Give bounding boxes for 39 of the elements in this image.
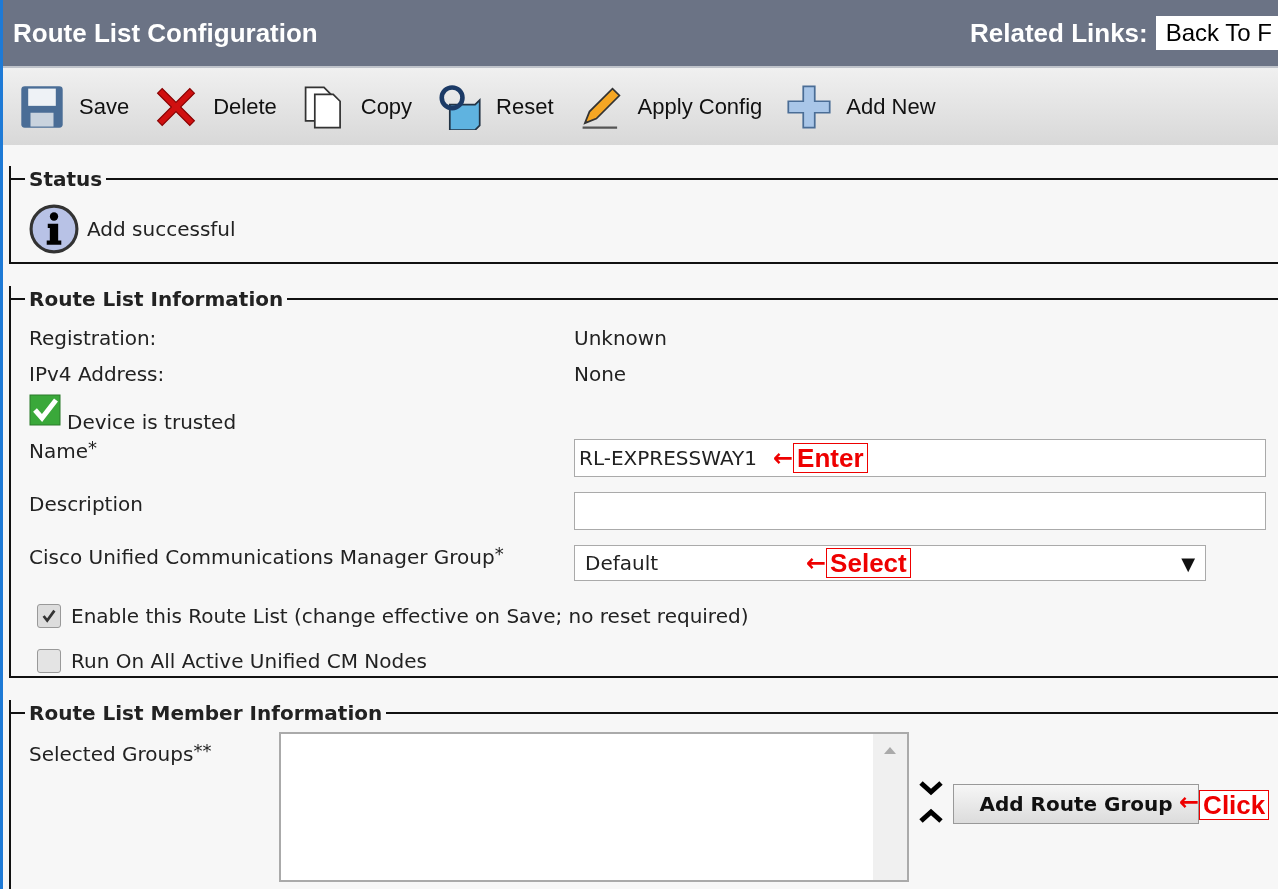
field-label: Name$^{*}$ (29, 439, 98, 463)
status-message: Add successful (87, 217, 236, 241)
plus-icon[interactable] (786, 83, 833, 130)
page-title: Route List Configuration (13, 17, 318, 49)
move-up-icon[interactable] (919, 808, 943, 824)
annotation-label: Click (1199, 790, 1270, 820)
related-links-label: Related Links: (970, 17, 1148, 49)
toolbar-button[interactable]: Reset (496, 93, 554, 120)
toolbar-button[interactable]: Delete (213, 93, 277, 120)
toolbar-button[interactable]: Save (79, 93, 130, 120)
related-links-dropdown[interactable]: Back To F (1155, 16, 1278, 50)
field-value: None (574, 362, 627, 386)
checkbox[interactable] (37, 648, 61, 673)
annotation-label: Enter (793, 443, 868, 473)
annotation-label: Select (826, 548, 911, 578)
checkbox-label: Enable this Route List (change effective on Save; no reset required) (71, 603, 749, 628)
annotation-arrow: ← (806, 549, 827, 577)
field-label: Selected Groups$^{**}$ (29, 742, 213, 766)
checkbox[interactable] (37, 603, 61, 628)
description-input[interactable] (574, 492, 1266, 530)
trusted-label: Device is trusted (67, 410, 237, 434)
toolbar-button[interactable]: Copy (360, 93, 413, 120)
caret-icon: ▼ (1181, 552, 1195, 574)
toolbar-button[interactable]: Add New (846, 93, 936, 120)
field-label: IPv4 Address: (29, 362, 166, 386)
move-down-icon[interactable] (919, 780, 943, 796)
group-dropdown[interactable]: Default ←Select ▼ (574, 545, 1206, 581)
name-input[interactable]: RL-EXPRESSWAY1 ←Enter (574, 439, 1266, 477)
field-label: Description (29, 492, 144, 516)
reset-box-icon[interactable] (436, 83, 483, 130)
info-icon (29, 204, 79, 254)
scrollbar[interactable] (873, 734, 907, 880)
field-label: Cisco Unified Communications Manager Group$^{*}$ (29, 545, 505, 569)
field-value: Unknown (574, 326, 667, 350)
checkbox-label: Run On All Active Unified CM Nodes (71, 648, 427, 673)
toolbar-button[interactable]: Apply Config (637, 93, 763, 120)
annotation-arrow: ← (1179, 788, 1200, 816)
field-label: Registration: (29, 326, 158, 350)
annotation-arrow: ← (773, 444, 794, 472)
